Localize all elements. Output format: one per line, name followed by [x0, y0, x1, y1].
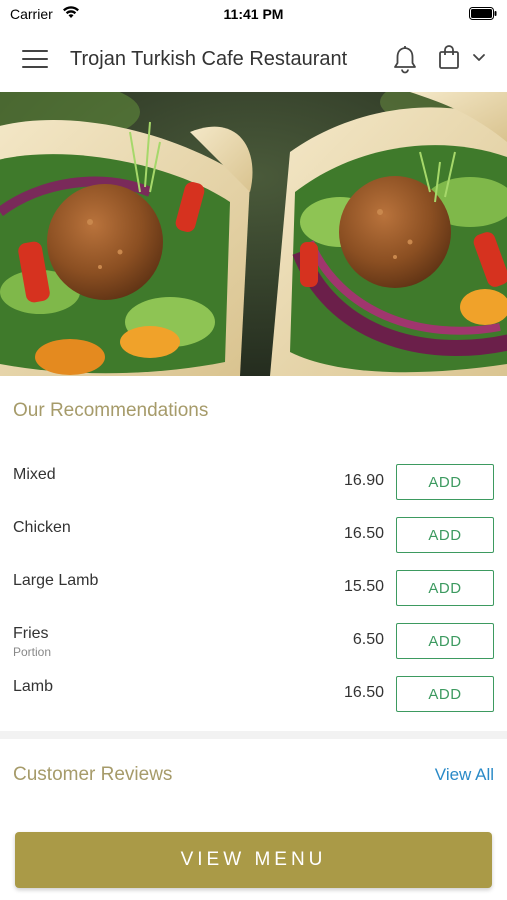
list-item: Chicken 16.50 ADD: [0, 511, 507, 564]
view-menu-button[interactable]: VIEW MENU: [15, 832, 492, 888]
item-name: Large Lamb: [13, 572, 99, 589]
hero-food-image: [0, 92, 507, 376]
view-all-reviews-link[interactable]: View All: [435, 765, 494, 785]
item-name: Lamb: [13, 678, 54, 695]
add-button[interactable]: ADD: [396, 517, 494, 553]
item-price: 16.50: [343, 525, 384, 542]
item-price: 15.50: [343, 578, 384, 595]
status-time: 11:41 PM: [223, 6, 284, 22]
app-header: Trojan Turkish Cafe Restaurant: [0, 30, 507, 90]
item-name: Mixed: [13, 466, 56, 483]
list-item: Large Lamb 15.50 ADD: [0, 564, 507, 617]
hamburger-menu-icon[interactable]: [22, 50, 48, 70]
list-item: Mixed 16.90 ADD: [0, 458, 507, 511]
recommendations-title: Our Recommendations: [13, 400, 209, 421]
add-button[interactable]: ADD: [396, 570, 494, 606]
status-bar: Carrier 11:41 PM: [0, 0, 507, 28]
battery-icon: [469, 7, 497, 20]
item-price: 6.50: [352, 631, 384, 648]
add-button[interactable]: ADD: [396, 623, 494, 659]
shopping-bag-icon[interactable]: [438, 44, 460, 70]
item-subtitle: Portion: [13, 645, 52, 659]
recommendations-list: Mixed 16.90 ADD Chicken 16.50 ADD Large …: [0, 458, 507, 723]
chevron-down-icon[interactable]: [472, 52, 486, 64]
list-item: Fries Portion 6.50 ADD: [0, 617, 507, 670]
falafel-wrap-illustration: [0, 92, 507, 376]
item-name: Fries: [13, 625, 49, 642]
item-price: 16.90: [343, 472, 384, 489]
add-button[interactable]: ADD: [396, 676, 494, 712]
reviews-title: Customer Reviews: [13, 764, 173, 785]
bell-icon[interactable]: [392, 44, 418, 74]
restaurant-title: Trojan Turkish Cafe Restaurant: [70, 48, 348, 70]
item-price: 16.50: [343, 684, 384, 701]
item-name: Chicken: [13, 519, 71, 536]
section-divider: [0, 731, 507, 739]
list-item: Lamb 16.50 ADD: [0, 670, 507, 723]
add-button[interactable]: ADD: [396, 464, 494, 500]
